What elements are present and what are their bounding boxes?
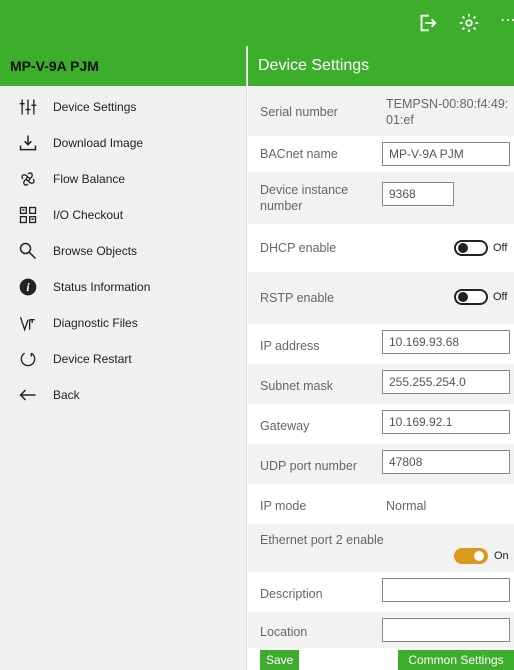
location-label: Location bbox=[260, 625, 308, 639]
ethernet-port2-label: Ethernet port 2 enable bbox=[260, 533, 384, 547]
top-app-bar: ⋯ bbox=[0, 0, 514, 46]
ip-mode-row: IP mode Normal bbox=[248, 484, 514, 524]
ip-mode-value: Normal bbox=[386, 499, 427, 513]
sidebar-item-label: Diagnostic Files bbox=[53, 316, 138, 330]
logout-icon[interactable] bbox=[416, 12, 438, 34]
ethernet-port2-toggle[interactable] bbox=[454, 548, 488, 564]
udp-port-field[interactable] bbox=[382, 450, 510, 474]
device-instance-row: Device instance number bbox=[248, 172, 514, 224]
sidebar-item-label: Download Image bbox=[53, 136, 144, 150]
fan-icon bbox=[17, 168, 39, 190]
subnet-mask-field[interactable] bbox=[382, 370, 510, 394]
ip-address-row: IP address bbox=[248, 324, 514, 364]
sidebar-item-device-settings[interactable]: Device Settings bbox=[0, 90, 247, 124]
sidebar-item-label: Flow Balance bbox=[53, 172, 126, 186]
sidebar-item-download-image[interactable]: Download Image bbox=[0, 126, 247, 160]
sidebar-item-label: I/O Checkout bbox=[53, 208, 124, 222]
device-name-title: MP-V-9A PJM bbox=[0, 46, 246, 86]
common-settings-button[interactable]: Common Settings bbox=[398, 650, 514, 670]
bacnet-name-label: BACnet name bbox=[260, 147, 338, 161]
sidebar-item-browse-objects[interactable]: Browse Objects bbox=[0, 234, 247, 268]
dhcp-enable-row: DHCP enable Off bbox=[248, 224, 514, 272]
location-row: Location bbox=[248, 612, 514, 648]
udp-port-label: UDP port number bbox=[260, 459, 358, 473]
dhcp-state-label: Off bbox=[493, 242, 508, 254]
device-instance-field[interactable] bbox=[382, 182, 454, 206]
rstp-state-label: Off bbox=[493, 291, 508, 303]
action-bar: Save Common Settings bbox=[248, 648, 514, 670]
udp-port-row: UDP port number bbox=[248, 444, 514, 484]
diagnostic-icon bbox=[17, 312, 39, 334]
location-field[interactable] bbox=[382, 618, 510, 642]
page-title: Device Settings bbox=[248, 46, 514, 86]
ethernet-port2-state-label: On bbox=[494, 550, 509, 562]
gateway-field[interactable] bbox=[382, 410, 510, 434]
grid-checkout-icon bbox=[17, 204, 39, 226]
download-icon bbox=[17, 132, 39, 154]
serial-number-label: Serial number bbox=[260, 105, 338, 119]
sidebar-item-diagnostic-files[interactable]: Diagnostic Files bbox=[0, 306, 247, 340]
serial-number-value: TEMPSN-00:80:f4:49: 01:ef bbox=[386, 97, 509, 127]
rstp-enable-row: RSTP enable Off bbox=[248, 272, 514, 324]
description-field[interactable] bbox=[382, 578, 510, 602]
sidebar-item-label: Device Restart bbox=[53, 352, 132, 366]
restart-icon bbox=[17, 348, 39, 370]
sidebar-item-back[interactable]: Back bbox=[0, 378, 247, 412]
sidebar-item-label: Device Settings bbox=[53, 100, 137, 114]
save-button[interactable]: Save bbox=[260, 650, 300, 670]
bacnet-name-field[interactable] bbox=[382, 142, 510, 166]
sidebar-item-device-restart[interactable]: Device Restart bbox=[0, 342, 247, 376]
description-row: Description bbox=[248, 572, 514, 612]
search-icon bbox=[17, 240, 39, 262]
sidebar-item-label: Back bbox=[53, 388, 80, 402]
info-icon: i bbox=[17, 276, 39, 298]
sidebar-item-label: Browse Objects bbox=[53, 244, 138, 258]
dhcp-toggle[interactable] bbox=[454, 240, 488, 256]
subnet-mask-label: Subnet mask bbox=[260, 379, 333, 393]
ethernet-port2-row: Ethernet port 2 enable On bbox=[248, 524, 514, 572]
gateway-label: Gateway bbox=[260, 419, 310, 433]
more-icon[interactable]: ⋯ bbox=[500, 10, 514, 30]
sidebar-item-status-information[interactable]: i Status Information bbox=[0, 270, 247, 304]
rstp-toggle[interactable] bbox=[454, 289, 488, 305]
sidebar-item-io-checkout[interactable]: I/O Checkout bbox=[0, 198, 247, 232]
sidebar-item-flow-balance[interactable]: Flow Balance bbox=[0, 162, 247, 196]
back-arrow-icon bbox=[17, 384, 39, 406]
settings-gear-icon[interactable] bbox=[458, 12, 480, 34]
ip-mode-label: IP mode bbox=[260, 499, 307, 513]
description-label: Description bbox=[260, 587, 323, 601]
ip-address-label: IP address bbox=[260, 339, 320, 353]
device-instance-label: Device instance number bbox=[260, 183, 349, 213]
sidebar: MP-V-9A PJM Device Settings Download Ima… bbox=[0, 46, 247, 670]
dhcp-enable-label: DHCP enable bbox=[260, 241, 337, 255]
ip-address-field[interactable] bbox=[382, 330, 510, 354]
gateway-row: Gateway bbox=[248, 404, 514, 444]
sliders-icon bbox=[17, 96, 39, 118]
sidebar-item-label: Status Information bbox=[53, 280, 151, 294]
serial-number-row: Serial number TEMPSN-00:80:f4:49: 01:ef bbox=[248, 86, 514, 136]
bacnet-name-row: BACnet name bbox=[248, 136, 514, 172]
subnet-mask-row: Subnet mask bbox=[248, 364, 514, 404]
device-settings-panel: Device Settings Serial number TEMPSN-00:… bbox=[248, 46, 514, 670]
rstp-enable-label: RSTP enable bbox=[260, 291, 335, 305]
